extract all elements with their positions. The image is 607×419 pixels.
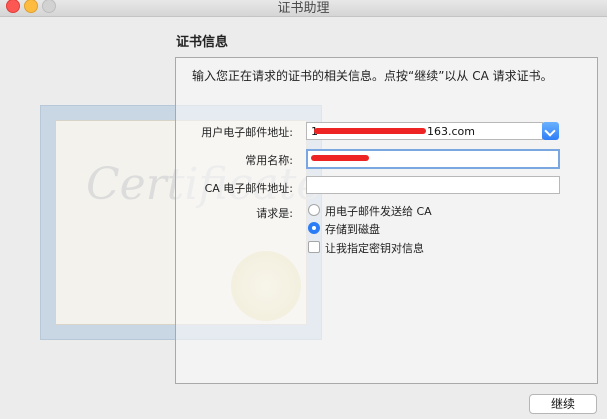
email-label: 用户电子邮件地址: bbox=[201, 126, 293, 139]
instruction-text: 输入您正在请求的证书的相关信息。点按“继续”以从 CA 请求证书。 bbox=[192, 69, 553, 83]
request-type-label: 请求是: bbox=[256, 207, 293, 220]
common-name-redaction bbox=[311, 155, 369, 161]
email-dropdown-chevron-icon[interactable] bbox=[542, 122, 559, 140]
title-bar: 证书助理 bbox=[0, 0, 607, 17]
email-value-suffix: 163.com bbox=[427, 125, 475, 138]
ca-email-field[interactable] bbox=[306, 176, 560, 194]
save-to-disk-label[interactable]: 存储到磁盘 bbox=[325, 221, 380, 237]
common-name-label: 常用名称: bbox=[245, 154, 293, 167]
save-to-disk-radio[interactable] bbox=[308, 222, 320, 234]
window-title: 证书助理 bbox=[277, 1, 330, 16]
section-title: 证书信息 bbox=[176, 35, 229, 50]
continue-button[interactable]: 继续 bbox=[529, 394, 597, 414]
specify-key-label[interactable]: 让我指定密钥对信息 bbox=[325, 240, 424, 256]
specify-key-checkbox[interactable] bbox=[308, 241, 320, 253]
send-to-ca-label[interactable]: 用电子邮件发送给 CA bbox=[325, 203, 432, 219]
send-to-ca-radio[interactable] bbox=[308, 204, 320, 216]
email-redaction bbox=[314, 128, 426, 134]
ca-email-label: CA 电子邮件地址: bbox=[204, 182, 293, 195]
